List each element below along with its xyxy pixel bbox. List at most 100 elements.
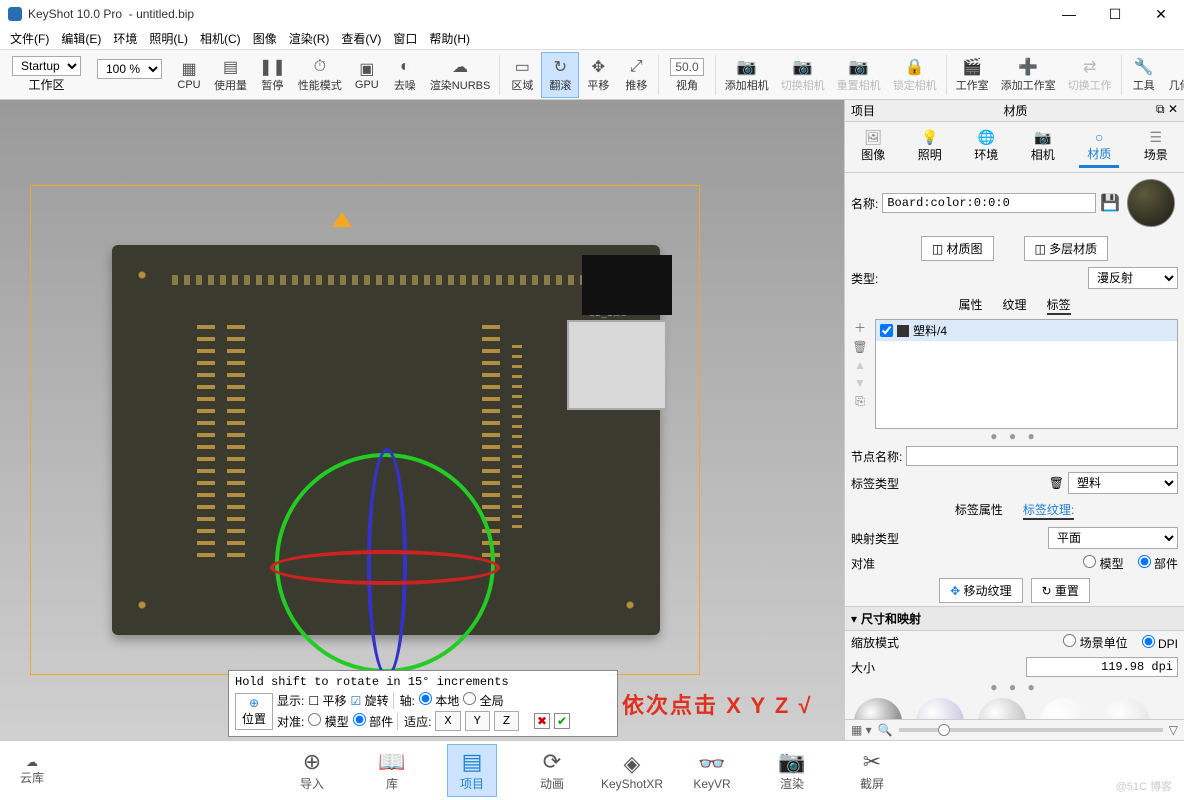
gizmo-x-ring-icon[interactable] bbox=[270, 550, 500, 585]
toolbar-平移[interactable]: ✥平移 bbox=[579, 52, 617, 98]
menu-item[interactable]: 照明(L) bbox=[143, 28, 194, 49]
move-up-icon[interactable]: ▲ bbox=[854, 358, 866, 372]
global-radio[interactable]: 全局 bbox=[463, 692, 503, 709]
subtab-properties[interactable]: 属性 bbox=[958, 296, 982, 315]
rotate-checkbox[interactable]: 旋转 bbox=[350, 692, 388, 709]
bottombar-库[interactable]: 📖库 bbox=[367, 749, 417, 792]
labeltype-select[interactable]: 塑料 bbox=[1068, 472, 1178, 494]
delete-label-icon[interactable]: 🗑 bbox=[852, 340, 867, 354]
maptype-select[interactable]: 平面 bbox=[1048, 527, 1178, 549]
menu-item[interactable]: 查看(V) bbox=[335, 28, 387, 49]
menu-item[interactable]: 环境 bbox=[107, 28, 143, 49]
toolbar-去噪[interactable]: ◐去噪 bbox=[386, 52, 424, 98]
confirm-button[interactable]: ✔ bbox=[554, 713, 570, 729]
panel-tab-环境[interactable]: 🌐环境 bbox=[966, 126, 1006, 168]
save-icon[interactable]: 💾 bbox=[1100, 193, 1120, 213]
cloud-library-button[interactable]: ☁ 云库 bbox=[20, 755, 44, 786]
section-toggle-icon[interactable]: ▾ bbox=[851, 612, 857, 626]
local-radio[interactable]: 本地 bbox=[419, 692, 459, 709]
panel-close-icon[interactable]: ✕ bbox=[1168, 102, 1178, 119]
toolbar-使用量[interactable]: ▤使用量 bbox=[208, 52, 253, 98]
bottombar-项目[interactable]: ▤项目 bbox=[447, 744, 497, 797]
scene-unit-radio[interactable]: 场景单位 bbox=[1063, 634, 1127, 651]
translate-checkbox[interactable]: 平移 bbox=[308, 692, 346, 709]
label-prop-tab[interactable]: 标签属性 bbox=[955, 501, 1003, 520]
menu-item[interactable]: 渲染(R) bbox=[283, 28, 336, 49]
panel-undock-icon[interactable]: ⧉ bbox=[1156, 102, 1165, 119]
close-button[interactable]: ✕ bbox=[1138, 0, 1184, 28]
add-label-icon[interactable]: ＋ bbox=[854, 319, 866, 336]
menu-item[interactable]: 文件(F) bbox=[4, 28, 55, 49]
label-tex-tab[interactable]: 标签纹理: bbox=[1023, 501, 1074, 520]
material-type-select[interactable]: 漫反射 bbox=[1088, 267, 1178, 289]
viewport[interactable]: Hold shift to rotate in 15° increments ⊕… bbox=[0, 100, 844, 740]
menu-item[interactable]: 编辑(E) bbox=[55, 28, 107, 49]
pcb-board[interactable] bbox=[112, 245, 660, 635]
toolbar-视角[interactable]: 50.0视角 bbox=[662, 52, 711, 98]
bottombar-KeyVR[interactable]: 👓KeyVR bbox=[687, 751, 737, 791]
dpi-radio[interactable]: DPI bbox=[1142, 635, 1178, 651]
zoom-select[interactable]: 100 % bbox=[97, 59, 162, 79]
panel-tab-材质[interactable]: ○材质 bbox=[1079, 126, 1119, 168]
size-input[interactable] bbox=[1026, 657, 1179, 677]
filter-icon[interactable]: ▽ bbox=[1169, 723, 1178, 737]
rotation-gizmo[interactable] bbox=[267, 445, 507, 680]
toolbar-工具[interactable]: 🔧工具 bbox=[1125, 52, 1163, 98]
menu-item[interactable]: 窗口 bbox=[387, 28, 423, 49]
bottombar-截屏[interactable]: ✂截屏 bbox=[847, 749, 897, 792]
menu-item[interactable]: 相机(C) bbox=[194, 28, 247, 49]
bottombar-动画[interactable]: ⟳动画 bbox=[527, 749, 577, 792]
panel-tab-照明[interactable]: 💡照明 bbox=[910, 126, 950, 168]
material-graph-button[interactable]: ◫ 材质图 bbox=[921, 236, 994, 261]
bottombar-KeyShotXR[interactable]: ◈KeyShotXR bbox=[607, 751, 657, 791]
grid-icon[interactable]: ▦ ▾ bbox=[851, 723, 872, 737]
align-model-radio[interactable]: 模型 bbox=[308, 713, 348, 730]
cancel-button[interactable]: ✖ bbox=[534, 713, 550, 729]
align-part-radio2[interactable]: 部件 bbox=[1138, 555, 1178, 572]
align-model-radio2[interactable]: 模型 bbox=[1083, 555, 1123, 572]
material-thumb[interactable]: User_Li... bbox=[1035, 698, 1093, 719]
toolbar-添加相机[interactable]: 📷添加相机 bbox=[719, 52, 775, 98]
fit-y-button[interactable]: Y bbox=[465, 711, 490, 731]
toolbar-工作室[interactable]: 🎬工作室 bbox=[950, 52, 995, 98]
label-visible-checkbox[interactable] bbox=[880, 324, 893, 337]
maximize-button[interactable]: ☐ bbox=[1092, 0, 1138, 28]
thumb-zoom-slider[interactable] bbox=[899, 728, 1163, 732]
workspace-select[interactable]: Startup bbox=[12, 56, 81, 76]
subtab-labels[interactable]: 标签 bbox=[1047, 296, 1071, 315]
reset-button[interactable]: ↻ 重置 bbox=[1031, 578, 1090, 603]
panel-tab-场景[interactable]: ☰场景 bbox=[1136, 126, 1176, 168]
resize-handle-icon[interactable]: ● ● ● bbox=[845, 429, 1184, 443]
toolbar-性能模式[interactable]: ⏱性能模式 bbox=[292, 52, 348, 98]
selection-top-handle-icon[interactable] bbox=[332, 212, 352, 227]
toolbar-CPU[interactable]: ▦CPU bbox=[170, 52, 208, 98]
material-library[interactable]: User_Li...User_Li...User_Li...User_Li...… bbox=[845, 694, 1184, 719]
toolbar-区域[interactable]: ▭区域 bbox=[503, 52, 541, 98]
panel-tab-相机[interactable]: 📷相机 bbox=[1023, 126, 1063, 168]
toolbar-暂停[interactable]: ❚❚暂停 bbox=[253, 52, 292, 98]
move-texture-button[interactable]: ✥ 移动纹理 bbox=[939, 578, 1022, 603]
material-thumb[interactable]: User_Li... bbox=[849, 698, 907, 719]
bottombar-导入[interactable]: ⊕导入 bbox=[287, 749, 337, 792]
subtab-textures[interactable]: 纹理 bbox=[1002, 296, 1026, 315]
position-button[interactable]: ⊕ 位置 bbox=[235, 693, 273, 730]
menu-item[interactable]: 帮助(H) bbox=[423, 28, 476, 49]
delete-labeltype-icon[interactable]: 🗑 bbox=[1049, 476, 1064, 490]
label-list[interactable]: 塑料/4 bbox=[875, 319, 1178, 429]
resize-handle2-icon[interactable]: ● ● ● bbox=[845, 680, 1184, 694]
material-thumb[interactable]: User_Li... bbox=[973, 698, 1031, 719]
label-list-item[interactable]: 塑料/4 bbox=[876, 320, 1177, 341]
fit-z-button[interactable]: Z bbox=[494, 711, 519, 731]
toolbar-几何视图[interactable]: ◧几何视图 bbox=[1163, 52, 1184, 98]
toolbar-渲染NURBS[interactable]: ☁渲染NURBS bbox=[424, 52, 497, 98]
nodename-input[interactable] bbox=[906, 446, 1178, 466]
menu-item[interactable]: 图像 bbox=[247, 28, 283, 49]
material-thumb[interactable]: User_Li... bbox=[911, 698, 969, 719]
multilayer-button[interactable]: ◫ 多层材质 bbox=[1024, 236, 1109, 261]
toolbar-推移[interactable]: ⤢推移 bbox=[617, 52, 655, 98]
minimize-button[interactable]: — bbox=[1046, 0, 1092, 28]
fit-x-button[interactable]: X bbox=[435, 711, 460, 731]
move-down-icon[interactable]: ▼ bbox=[854, 376, 866, 390]
toolbar-添加工作室[interactable]: ➕添加工作室 bbox=[995, 52, 1062, 98]
toolbar-翻滚[interactable]: ↻翻滚 bbox=[541, 52, 579, 98]
